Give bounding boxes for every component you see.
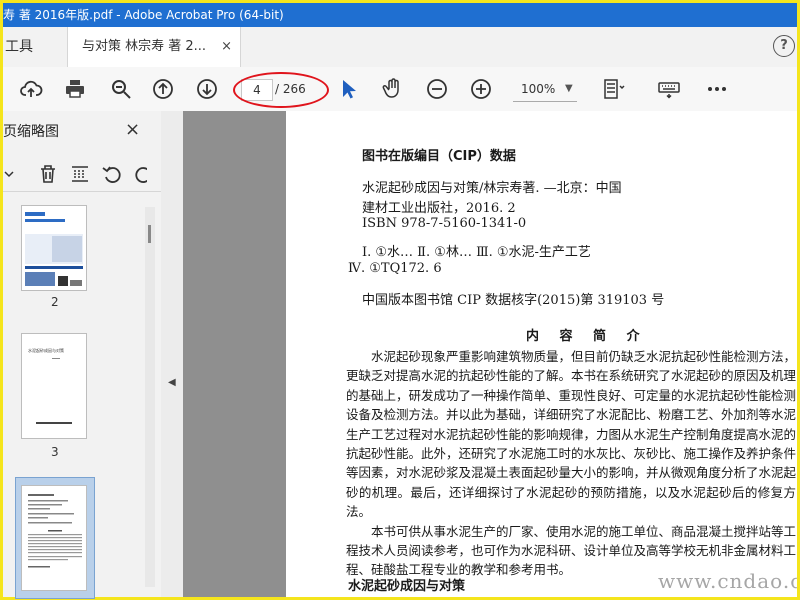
hand-icon[interactable]: [381, 77, 405, 101]
cip-line: Ⅳ. ①TQ172. 6: [348, 261, 442, 276]
help-icon[interactable]: ?: [773, 35, 795, 57]
cip-line: ISBN 978-7-5160-1341-0: [362, 216, 527, 231]
window-title: 寿 著 2016年版.pdf - Adobe Acrobat Pro (64-b…: [3, 8, 284, 22]
cip-title: 图书在版编目（CIP）数据: [362, 149, 516, 164]
tab-document-label: 与对策 林宗寿 著 2...: [82, 39, 207, 54]
tab-bar: 工具 与对策 林宗寿 著 2... × ?: [3, 27, 797, 68]
thumbnail-label: 2: [51, 295, 59, 309]
insert-page-icon[interactable]: [69, 163, 91, 185]
thumbnail-page-3[interactable]: 水泥起砂成因与对策: [21, 333, 87, 439]
zoom-out-icon[interactable]: [425, 77, 449, 101]
keyboard-icon[interactable]: [657, 77, 681, 101]
toolbar: 4 / 266 100% ▼: [3, 67, 797, 112]
watermark: www.cndao.com: [658, 569, 797, 593]
cloud-upload-icon[interactable]: [19, 77, 43, 101]
tab-document[interactable]: 与对策 林宗寿 著 2... ×: [67, 27, 241, 67]
thumbnail-page-4[interactable]: [21, 485, 87, 591]
more-icon[interactable]: [705, 77, 729, 101]
fit-page-icon[interactable]: [601, 77, 625, 101]
book-title: 水泥起砂成因与对策: [348, 579, 466, 594]
page-up-icon[interactable]: [151, 77, 175, 101]
window-title-bar: 寿 著 2016年版.pdf - Adobe Acrobat Pro (64-b…: [3, 3, 797, 27]
cip-line: 水泥起砂成因与对策/林宗寿著. —北京：中国: [362, 181, 622, 196]
zoom-search-icon[interactable]: [109, 77, 133, 101]
summary-title: 内 容 简 介: [526, 329, 648, 344]
collapse-left-icon[interactable]: ◀: [168, 377, 176, 388]
rotate-left-icon[interactable]: [101, 163, 123, 185]
red-ellipse-annotation: [233, 72, 329, 108]
select-arrow-icon[interactable]: [337, 77, 361, 101]
thumbnail-sidebar: 页缩略图 × 2 水泥起砂成因与对策 3: [3, 111, 162, 599]
sidebar-scrollbar[interactable]: [145, 207, 155, 587]
chevron-down-icon[interactable]: ▼: [565, 79, 573, 99]
pdf-page: 图书在版编目（CIP）数据 水泥起砂成因与对策/林宗寿著. —北京：中国 建材工…: [286, 111, 797, 597]
cip-line: 中国版本图书馆 CIP 数据核字(2015)第 319103 号: [362, 293, 665, 308]
tab-tools[interactable]: 工具: [3, 27, 33, 67]
document-view[interactable]: 图书在版编目（CIP）数据 水泥起砂成因与对策/林宗寿著. —北京：中国 建材工…: [183, 111, 797, 597]
sidebar-title: 页缩略图: [3, 124, 59, 140]
sidebar-scrollbar-thumb[interactable]: [148, 225, 151, 243]
thumbnail-page-2[interactable]: [21, 205, 87, 291]
sidebar-collapse-strip[interactable]: ◀: [161, 111, 184, 597]
thumbnail-label: 3: [51, 445, 59, 459]
zoom-underline: [513, 101, 577, 102]
zoom-level-select[interactable]: 100%: [521, 79, 555, 99]
sidebar-toolbar: [3, 157, 161, 192]
trash-icon[interactable]: [37, 163, 59, 185]
summary-paragraph: 水泥起砂现象严重影响建筑物质量，但目前仍缺乏水泥抗起砂性能检测方法，更缺乏对提高…: [346, 349, 797, 520]
close-sidebar-button[interactable]: ×: [125, 119, 140, 140]
close-tab-button[interactable]: ×: [221, 27, 232, 67]
cip-line: Ⅰ. ①水… Ⅱ. ①林… Ⅲ. ①水泥-生产工艺: [362, 245, 591, 260]
page-down-icon[interactable]: [195, 77, 219, 101]
print-icon[interactable]: [63, 77, 87, 101]
zoom-in-icon[interactable]: [469, 77, 493, 101]
summary-text: 水泥起砂现象严重影响建筑物质量，但目前仍缺乏水泥抗起砂性能检测方法，更缺乏对提高…: [346, 347, 796, 580]
chevron-down-icon[interactable]: [3, 163, 25, 185]
rotate-right-icon[interactable]: [133, 163, 147, 185]
cip-line: 建材工业出版社，2016. 2: [362, 201, 516, 216]
